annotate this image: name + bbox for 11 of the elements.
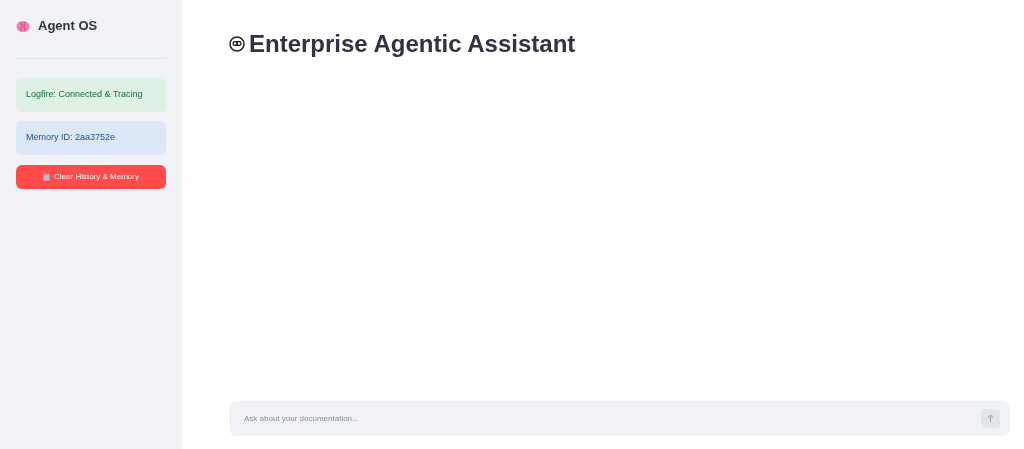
robot-icon <box>229 36 245 52</box>
page-title: Enterprise Agentic Assistant <box>249 32 576 56</box>
trash-icon <box>43 173 51 181</box>
status-alert: Logfire: Connected & Tracing <box>16 78 166 112</box>
send-button[interactable] <box>981 409 1000 428</box>
chat-input[interactable]: Ask about your documentation... <box>229 401 1010 436</box>
brain-icon <box>16 19 30 33</box>
arrow-up-icon <box>986 414 995 423</box>
status-alert: Memory ID: 2aa3752e <box>16 121 166 155</box>
clear-button[interactable]: Clear History & Memory <box>16 165 166 189</box>
sidebar-title: Agent OS <box>38 17 98 36</box>
